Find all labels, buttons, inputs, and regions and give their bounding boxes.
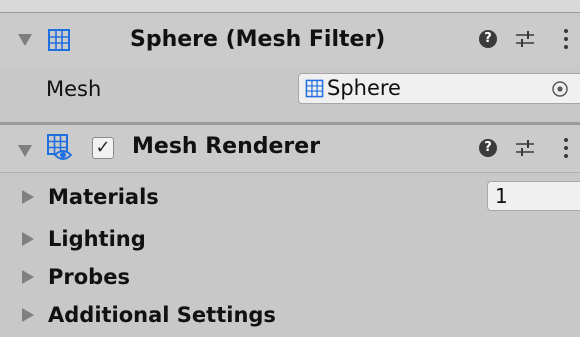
enable-checkbox[interactable]: ✓ bbox=[92, 137, 114, 159]
presets-icon[interactable] bbox=[514, 137, 536, 159]
materials-size-field[interactable]: 1 bbox=[487, 181, 580, 211]
top-strip bbox=[0, 0, 580, 12]
additional-settings-foldout[interactable]: Additional Settings bbox=[0, 298, 580, 334]
foldout-label: Additional Settings bbox=[48, 303, 276, 327]
mesh-filter-title: Sphere (Mesh Filter) bbox=[130, 27, 386, 52]
presets-icon[interactable] bbox=[514, 28, 536, 50]
foldout-label: Probes bbox=[48, 265, 130, 289]
foldout-label: Lighting bbox=[48, 227, 146, 251]
lighting-foldout[interactable]: Lighting bbox=[0, 222, 580, 258]
fold-down-icon[interactable] bbox=[18, 145, 32, 157]
context-menu-icon[interactable] bbox=[563, 138, 569, 160]
help-icon[interactable]: ? bbox=[479, 139, 497, 157]
mesh-renderer-eye-icon bbox=[47, 134, 73, 160]
probes-foldout[interactable]: Probes bbox=[0, 260, 580, 296]
inspector-panel: Sphere (Mesh Filter) ? Mesh Sphere ✓ Mes… bbox=[0, 0, 580, 337]
mesh-filter-header[interactable]: Sphere (Mesh Filter) ? bbox=[0, 12, 580, 67]
mesh-object-field[interactable]: Sphere bbox=[298, 73, 580, 104]
mesh-renderer-icon bbox=[46, 133, 76, 163]
foldout-label: Materials bbox=[48, 185, 159, 209]
help-icon[interactable]: ? bbox=[479, 30, 497, 48]
checkmark-icon: ✓ bbox=[95, 137, 111, 158]
mesh-property-row: Mesh Sphere bbox=[0, 66, 580, 112]
fold-down-icon[interactable] bbox=[18, 34, 32, 46]
fold-right-icon[interactable] bbox=[22, 270, 34, 284]
mesh-filter-icon bbox=[46, 27, 72, 53]
mesh-field-value: Sphere bbox=[327, 76, 401, 100]
fold-right-icon[interactable] bbox=[22, 190, 34, 204]
mesh-renderer-header[interactable]: ✓ Mesh Renderer ? bbox=[0, 124, 580, 173]
fold-right-icon[interactable] bbox=[22, 308, 34, 322]
mesh-renderer-title: Mesh Renderer bbox=[132, 134, 321, 159]
materials-foldout[interactable]: Materials 1 bbox=[0, 180, 580, 216]
mesh-grid-icon bbox=[305, 79, 324, 98]
object-picker-icon[interactable] bbox=[551, 80, 569, 98]
fold-right-icon[interactable] bbox=[22, 232, 34, 246]
context-menu-icon[interactable] bbox=[563, 29, 569, 51]
mesh-label: Mesh bbox=[46, 77, 102, 101]
mesh-grid-icon bbox=[48, 29, 70, 51]
